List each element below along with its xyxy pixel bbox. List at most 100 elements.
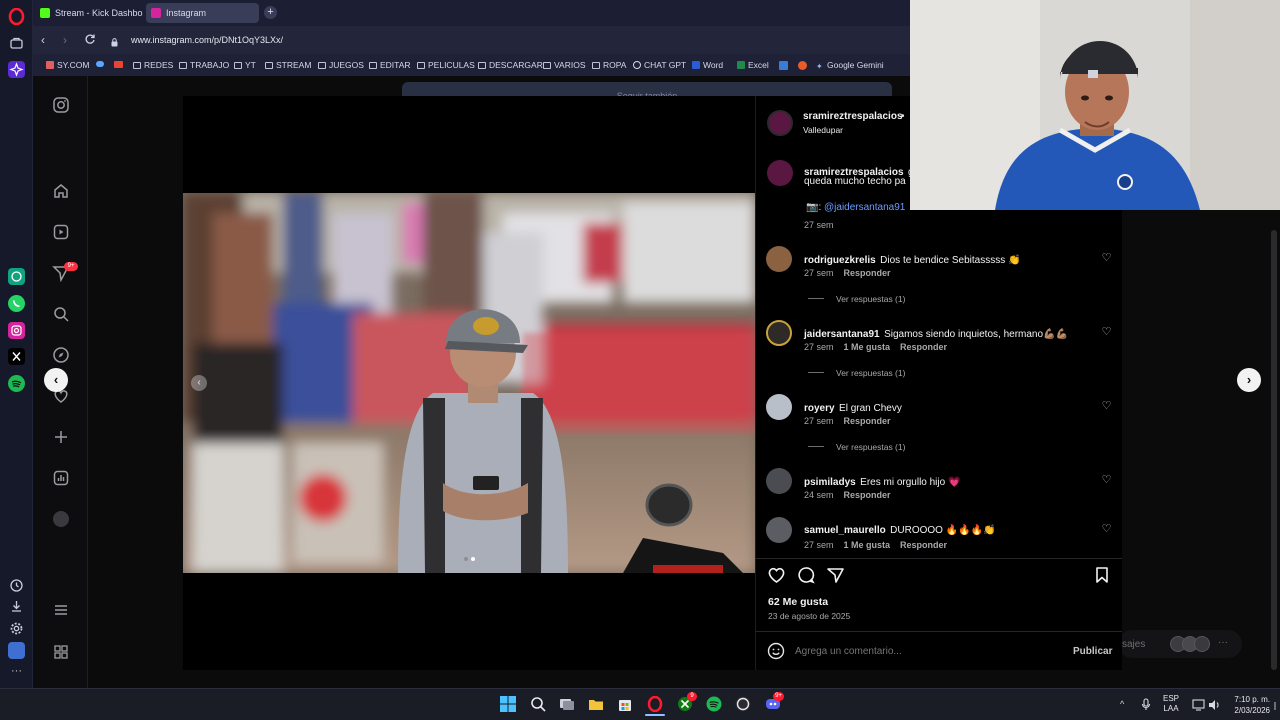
next-post-icon[interactable]: › (1237, 368, 1261, 392)
chatgpt-icon[interactable] (8, 268, 25, 285)
extension-icon[interactable] (8, 642, 25, 659)
cloud-icon[interactable] (96, 61, 104, 67)
spotify-icon[interactable] (8, 375, 25, 392)
previous-post-icon[interactable]: ‹ (44, 368, 68, 392)
workspaces-icon[interactable] (8, 35, 25, 52)
view-replies-button[interactable]: Ver respuestas (1) (808, 368, 905, 378)
reply-button[interactable]: Responder (844, 490, 891, 500)
tab-kick-dashboard[interactable]: Stream - Kick Dashboard (35, 3, 143, 23)
bookmark-item[interactable]: SY.COM (46, 60, 89, 70)
bookmark-folder[interactable]: TRABAJO (179, 60, 229, 70)
comment-username[interactable]: samuel_maurello (804, 525, 886, 536)
bookmark-item[interactable]: CHAT GPT (633, 60, 686, 70)
emoji-icon[interactable] (767, 642, 785, 665)
store-icon[interactable] (617, 696, 633, 712)
comment-likes-count[interactable]: 1 Me gusta (844, 540, 891, 550)
reply-button[interactable]: Responder (900, 342, 947, 352)
comment-avatar[interactable] (766, 468, 792, 494)
caption-mention[interactable]: @jaidersantana91 (824, 202, 905, 213)
comment-avatar[interactable] (766, 394, 792, 420)
share-icon[interactable] (826, 566, 845, 589)
comment-username[interactable]: jaidersantana91 (804, 329, 880, 340)
bookmark-folder[interactable]: EDITAR (369, 60, 411, 70)
bookmark-folder[interactable]: DESCARGAR (478, 60, 543, 70)
save-bookmark-icon[interactable] (1094, 566, 1110, 589)
comment-like-icon[interactable]: ♡ (1101, 327, 1112, 338)
search-icon[interactable] (52, 305, 70, 323)
dashboard-icon[interactable] (52, 469, 70, 487)
opera-taskbar-icon[interactable] (647, 695, 663, 713)
instagram-sidebar-icon[interactable] (8, 322, 25, 339)
bookmark-folder[interactable]: REDES (133, 60, 173, 70)
bookmark-folder[interactable]: ROPA (592, 60, 626, 70)
reload-icon[interactable] (84, 32, 96, 50)
like-icon[interactable] (767, 566, 786, 589)
opera-logo-icon[interactable] (8, 7, 25, 26)
reply-button[interactable]: Responder (900, 540, 947, 550)
explore-icon[interactable] (52, 346, 70, 364)
language-indicator[interactable]: ESP LAA (1163, 694, 1179, 714)
whatsapp-icon[interactable] (8, 295, 25, 312)
author-avatar[interactable] (767, 110, 793, 136)
task-view-icon[interactable] (559, 696, 575, 712)
comment-avatar[interactable] (766, 517, 792, 543)
comment-likes-count[interactable]: 1 Me gusta (844, 342, 891, 352)
bookmark-item[interactable]: Excel (737, 60, 769, 70)
bookmark-app-icon[interactable] (798, 61, 807, 70)
reply-button[interactable]: Responder (844, 268, 891, 278)
aria-ai-icon[interactable] (8, 61, 25, 78)
microphone-icon[interactable] (1141, 698, 1151, 716)
publish-button[interactable]: Publicar (1073, 646, 1112, 657)
bookmark-folder[interactable]: PELICULAS (417, 60, 475, 70)
obs-icon[interactable] (735, 696, 751, 712)
bookmark-item[interactable]: ✦ Google Gemini (816, 60, 884, 71)
clock[interactable]: 7:10 p. m. 2/03/2026 (1226, 694, 1270, 716)
taskbar-search-icon[interactable] (530, 696, 546, 712)
bookmark-folder[interactable]: YT (234, 60, 256, 70)
volume-icon[interactable] (1208, 698, 1221, 716)
tab-instagram[interactable]: Instagram (146, 3, 259, 23)
home-icon[interactable] (52, 182, 70, 200)
bookmark-folder[interactable]: JUEGOS (318, 60, 364, 70)
gmail-icon[interactable] (114, 61, 123, 68)
bookmark-folder[interactable]: STREAM (265, 60, 311, 70)
bookmark-app-icon[interactable] (779, 61, 788, 70)
caption-avatar[interactable] (767, 160, 793, 186)
bookmark-folder[interactable]: VARIOS (543, 60, 586, 70)
settings-gear-icon[interactable] (8, 620, 25, 637)
comment-avatar[interactable] (766, 320, 792, 346)
address-bar-url[interactable]: www.instagram.com/p/DNt1OqY3LXx/ (131, 35, 283, 45)
reply-button[interactable]: Responder (844, 416, 891, 426)
history-icon[interactable] (8, 577, 25, 594)
page-scrollbar[interactable] (1271, 230, 1277, 670)
back-icon[interactable]: ‹ (41, 33, 45, 47)
comment-username[interactable]: rodriguezkrelis (804, 255, 876, 266)
post-location[interactable]: Valledupar (803, 125, 843, 135)
new-tab-button[interactable]: + (264, 6, 277, 19)
comment-username[interactable]: royery (804, 403, 835, 414)
comment-like-icon[interactable]: ♡ (1101, 475, 1112, 486)
reels-icon[interactable] (52, 223, 70, 241)
profile-avatar[interactable] (53, 511, 69, 527)
x-twitter-icon[interactable] (8, 348, 25, 365)
tray-overflow-icon[interactable]: ^ (1120, 699, 1124, 709)
comment-icon[interactable] (797, 566, 815, 589)
forward-icon[interactable]: › (63, 33, 67, 47)
file-explorer-icon[interactable] (588, 696, 604, 712)
comment-avatar[interactable] (766, 246, 792, 272)
messages-more[interactable]: ··· (1218, 637, 1228, 648)
carousel-prev-icon[interactable]: ‹ (191, 375, 207, 391)
more-apps-icon[interactable] (52, 643, 70, 661)
comment-like-icon[interactable]: ♡ (1101, 524, 1112, 535)
menu-icon[interactable] (52, 601, 70, 619)
sidebar-more-icon[interactable]: ··· (8, 663, 25, 680)
create-icon[interactable] (52, 428, 70, 446)
start-windows-icon[interactable] (500, 696, 516, 712)
comment-username[interactable]: psimiladys (804, 477, 856, 488)
author-username[interactable]: sramireztrespalacios (803, 111, 903, 122)
view-replies-button[interactable]: Ver respuestas (1) (808, 294, 905, 304)
comment-input[interactable] (795, 642, 1055, 660)
view-replies-button[interactable]: Ver respuestas (1) (808, 442, 905, 452)
comment-like-icon[interactable]: ♡ (1101, 253, 1112, 264)
network-icon[interactable] (1192, 698, 1205, 716)
